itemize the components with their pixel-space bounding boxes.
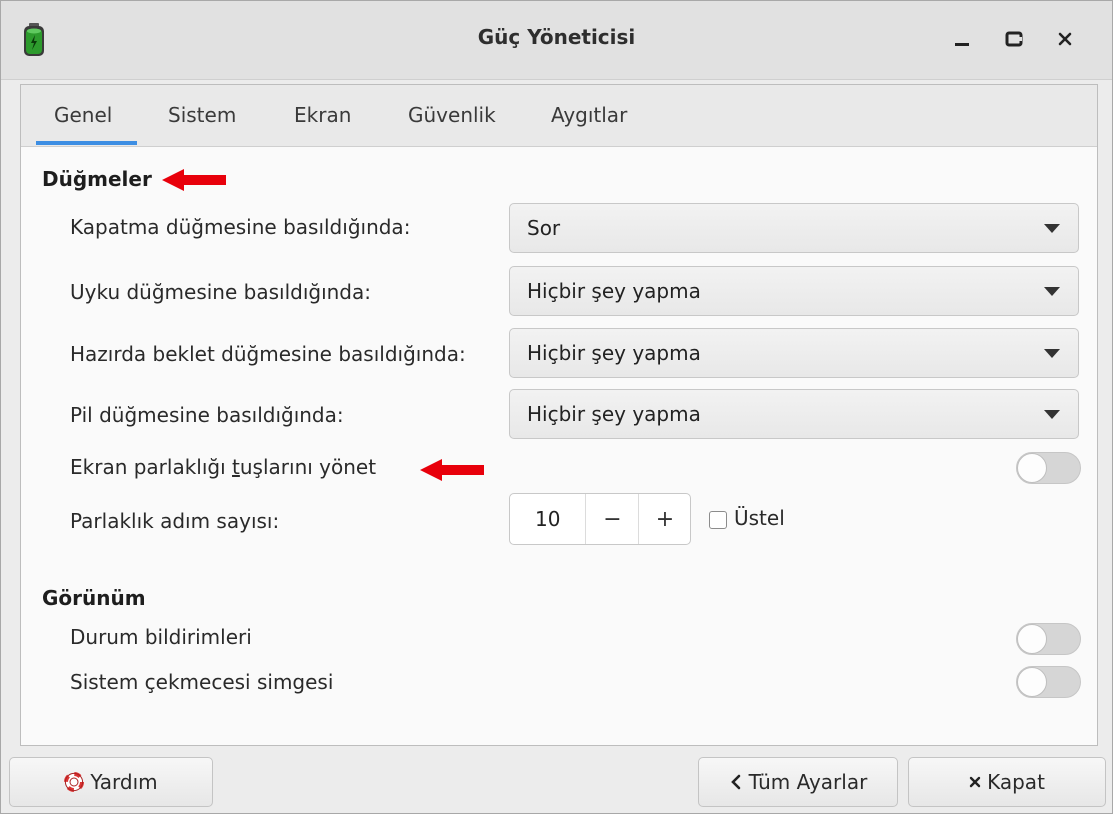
brightness-keys-toggle[interactable] (1016, 452, 1081, 484)
maximize-icon (1005, 31, 1023, 47)
tray-icon-toggle[interactable] (1016, 666, 1081, 698)
all-settings-label: Tüm Ayarlar (748, 770, 868, 794)
tab-bar: Genel Sistem Ekran Güvenlik Aygıtlar (21, 85, 1097, 147)
dropdown-arrow-icon (1044, 287, 1060, 296)
sleep-action-select[interactable]: Hiçbir şey yapma (509, 266, 1079, 316)
brightness-steps-spinbox[interactable]: 10 − + (509, 493, 691, 545)
dropdown-arrow-icon (1044, 224, 1060, 233)
tab-sistem[interactable]: Sistem (168, 103, 236, 127)
shutdown-action-value: Sor (527, 216, 561, 240)
exponential-label: Üstel (734, 506, 785, 530)
shutdown-action-select[interactable]: Sor (509, 203, 1079, 253)
minimize-button[interactable] (944, 21, 980, 57)
close-icon (1058, 32, 1072, 46)
active-tab-indicator (36, 141, 137, 145)
battery-button-label: Pil düğmesine basıldığında: (70, 403, 344, 427)
tray-icon-label: Sistem çekmecesi simgesi (70, 670, 334, 694)
close-window-button[interactable] (1047, 21, 1083, 57)
all-settings-button[interactable]: Tüm Ayarlar (698, 757, 898, 807)
hibernate-action-select[interactable]: Hiçbir şey yapma (509, 328, 1079, 378)
appearance-section-title: Görünüm (42, 586, 146, 610)
close-button[interactable]: Kapat (908, 757, 1106, 807)
exponential-checkbox[interactable] (709, 511, 727, 529)
minimize-icon (955, 43, 969, 46)
toggle-knob (1017, 624, 1047, 654)
title-bar: Güç Yöneticisi (1, 1, 1112, 80)
maximize-button[interactable] (996, 21, 1032, 57)
decrement-button[interactable]: − (585, 494, 639, 544)
help-lifebuoy-icon (64, 772, 85, 792)
toggle-knob (1017, 667, 1047, 697)
tab-aygitlar[interactable]: Aygıtlar (551, 103, 627, 127)
battery-action-value: Hiçbir şey yapma (527, 402, 701, 426)
buttons-section-title: Düğmeler (42, 167, 152, 191)
brightness-steps-label: Parlaklık adım sayısı: (70, 509, 280, 533)
sleep-button-label: Uyku düğmesine basıldığında: (70, 280, 371, 304)
close-x-icon (969, 776, 981, 788)
close-button-label: Kapat (987, 770, 1045, 794)
help-button-label: Yardım (90, 770, 158, 794)
shutdown-button-label: Kapatma düğmesine basıldığında: (70, 215, 411, 239)
sleep-action-value: Hiçbir şey yapma (527, 279, 701, 303)
tab-guvenlik[interactable]: Güvenlik (408, 103, 496, 127)
settings-panel: Genel Sistem Ekran Güvenlik Aygıtlar Düğ… (20, 84, 1098, 746)
back-chevron-icon (729, 774, 743, 790)
dropdown-arrow-icon (1044, 410, 1060, 419)
tab-ekran[interactable]: Ekran (294, 103, 351, 127)
power-manager-window: Güç Yöneticisi Genel Sistem Ekran Güvenl… (0, 0, 1113, 814)
annotation-arrow-icon (420, 459, 484, 481)
battery-action-select[interactable]: Hiçbir şey yapma (509, 389, 1079, 439)
hibernate-action-value: Hiçbir şey yapma (527, 341, 701, 365)
hibernate-button-label: Hazırda beklet düğmesine basıldığında: (70, 342, 466, 366)
dropdown-arrow-icon (1044, 349, 1060, 358)
increment-button[interactable]: + (638, 494, 691, 544)
status-notifications-toggle[interactable] (1016, 623, 1081, 655)
brightness-keys-label: Ekran parlaklığı tuşlarını yönet (70, 455, 377, 479)
help-button[interactable]: Yardım (9, 757, 213, 807)
annotation-arrow-icon (162, 169, 226, 191)
tab-genel[interactable]: Genel (54, 103, 112, 127)
toggle-knob (1017, 453, 1047, 483)
status-notifications-label: Durum bildirimleri (70, 625, 252, 649)
brightness-steps-value: 10 (535, 507, 561, 531)
